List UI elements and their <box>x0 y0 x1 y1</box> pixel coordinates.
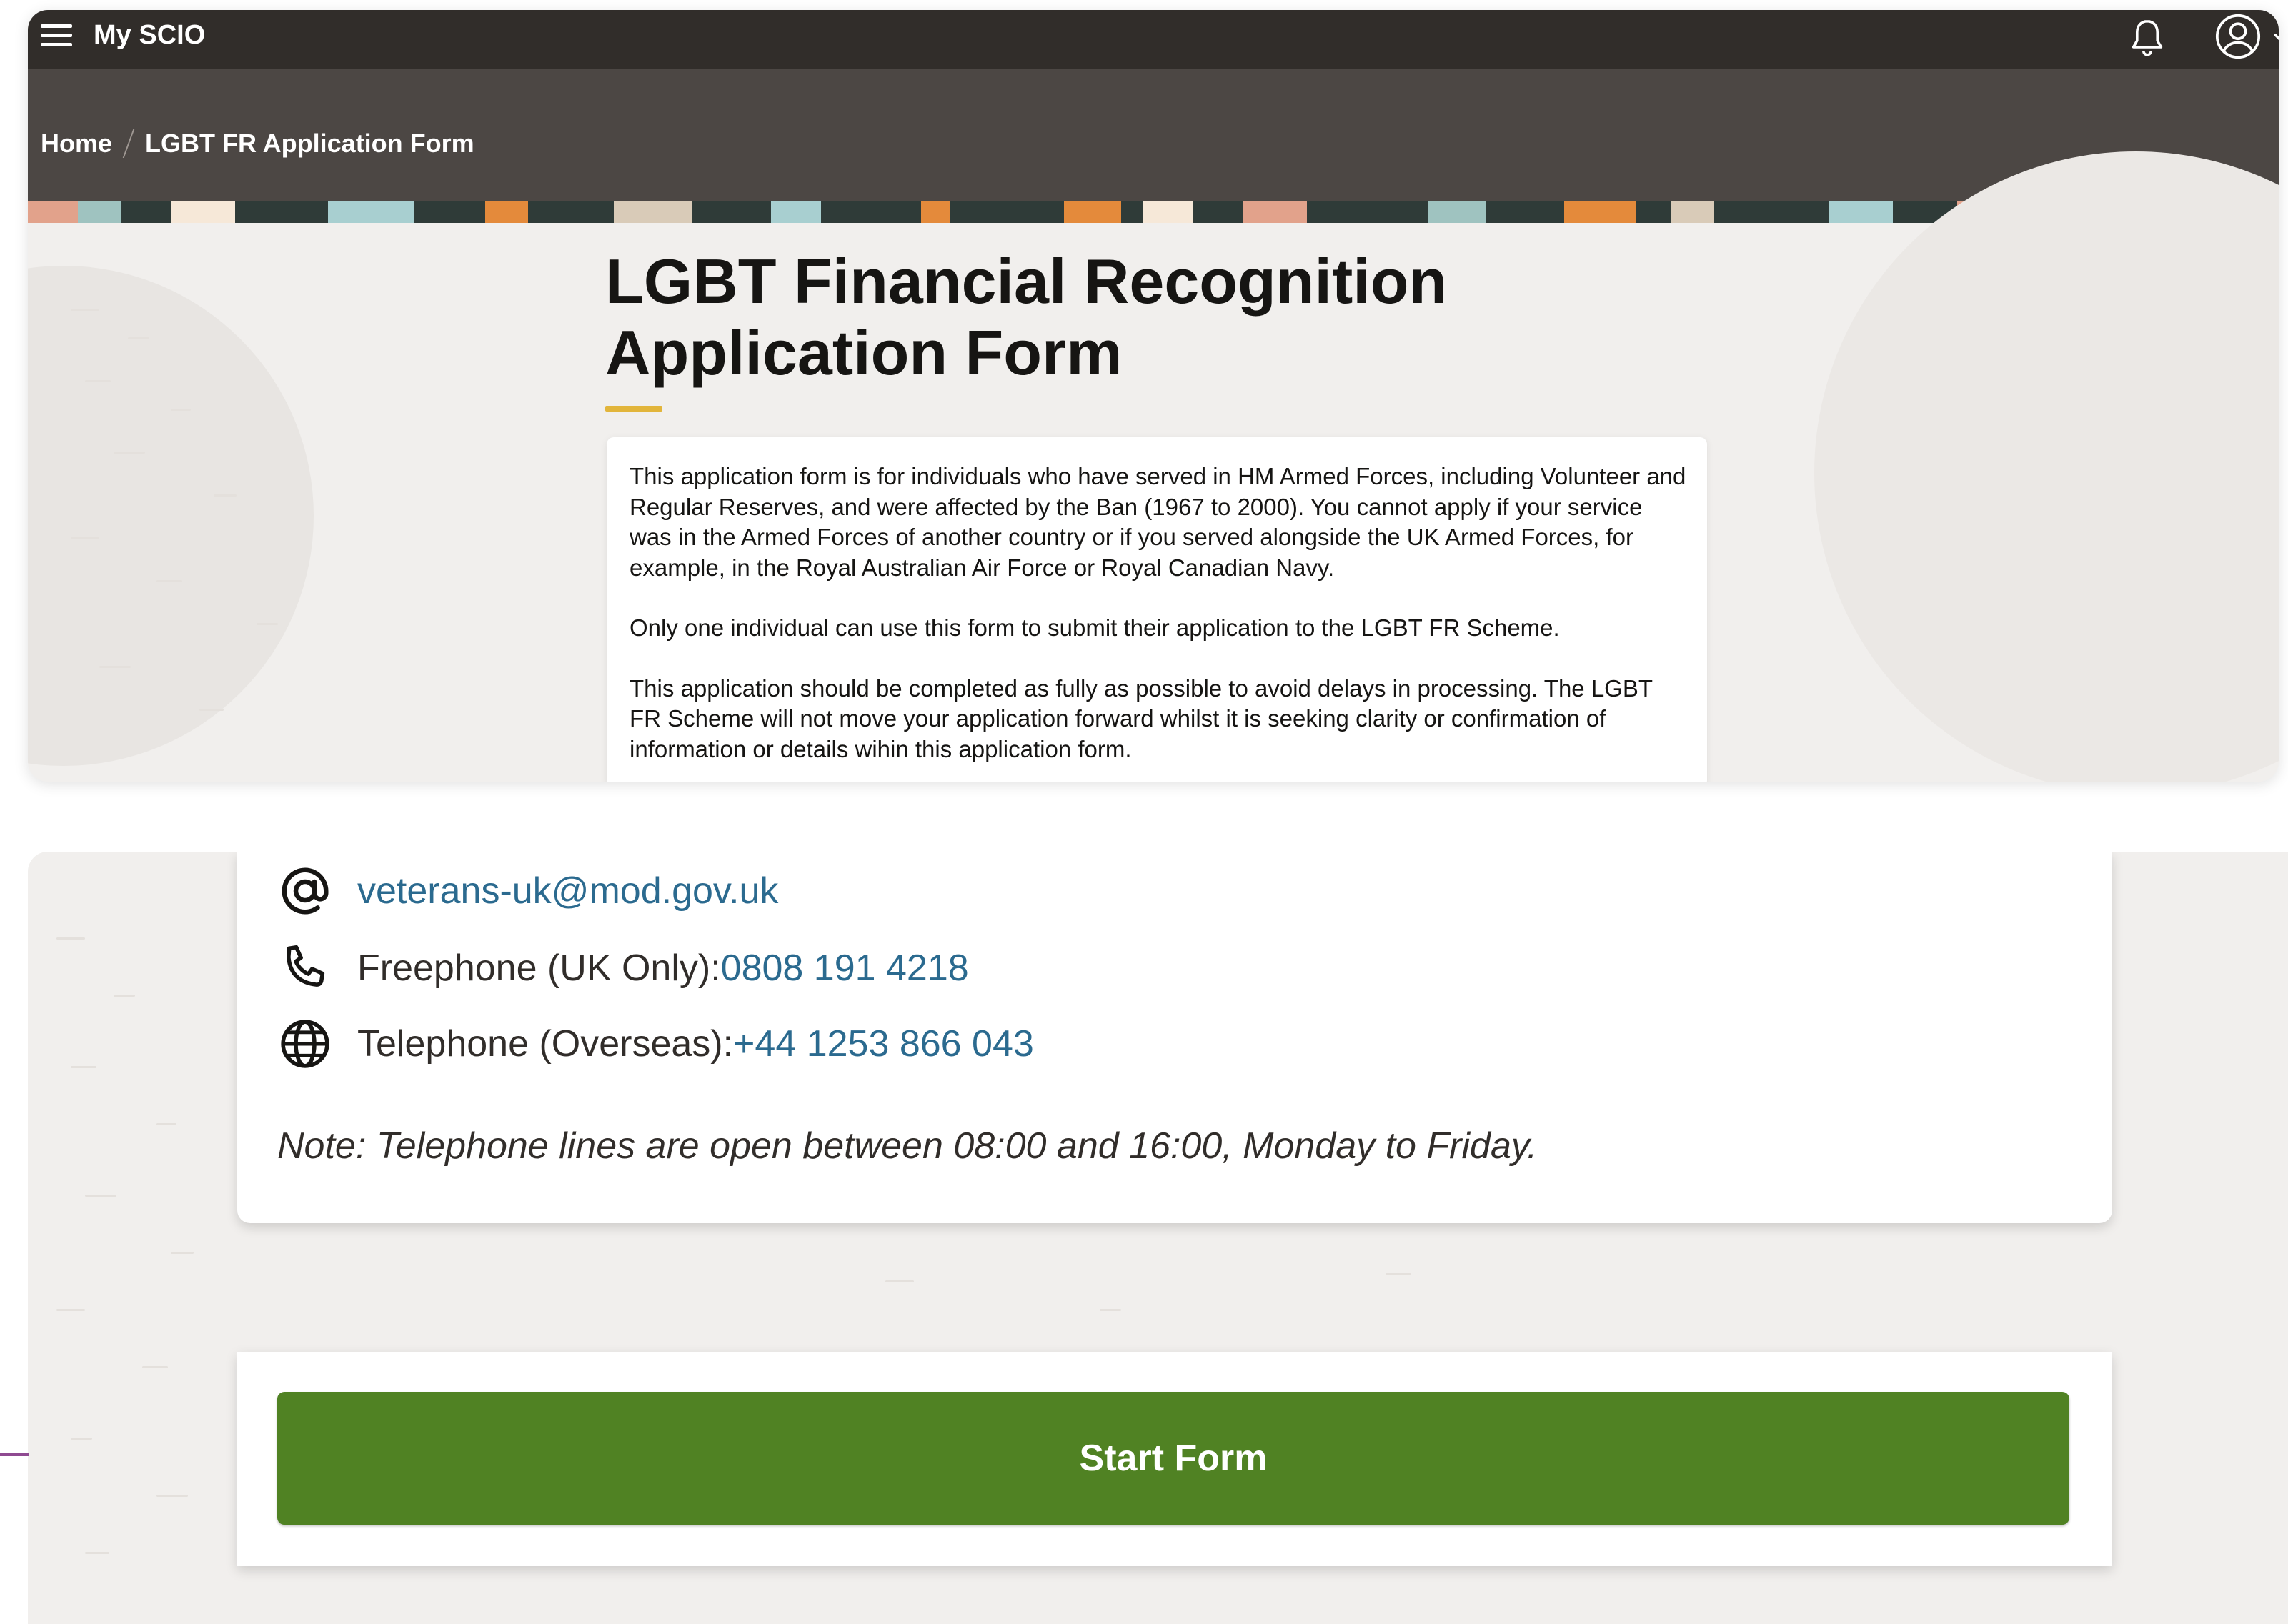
page-title: LGBT Financial Recognition Application F… <box>605 246 1606 389</box>
freephone-label: Freephone (UK Only): <box>357 947 721 989</box>
email-link[interactable]: veterans-uk@mod.gov.uk <box>357 870 778 912</box>
side-accent-line <box>0 1453 29 1456</box>
breadcrumb-bar: Home LGBT FR Application Form <box>28 69 2279 211</box>
app-title[interactable]: My SCIO <box>94 20 205 51</box>
hamburger-menu-icon[interactable] <box>41 24 72 49</box>
overseas-label: Telephone (Overseas): <box>357 1023 734 1065</box>
user-avatar-icon[interactable] <box>2213 11 2263 61</box>
app-panel-bottom: veterans-uk@mod.gov.uk Freephone (UK Onl… <box>28 852 2288 1624</box>
app-panel-top: My SCIO Home LGBT FR Application Form LG… <box>28 10 2279 782</box>
contact-freephone-row: Freephone (UK Only): 0808 191 4218 <box>277 940 969 996</box>
intro-card: This application form is for individuals… <box>607 437 1707 782</box>
contact-overseas-row: Telephone (Overseas): +44 1253 866 043 <box>277 1016 1034 1072</box>
start-form-button[interactable]: Start Form <box>277 1392 2069 1525</box>
freephone-number-link[interactable]: 0808 191 4218 <box>721 947 969 990</box>
intro-paragraph: This application should be completed as … <box>630 674 1653 762</box>
telephone-hours-note: Note: Telephone lines are open between 0… <box>277 1125 1538 1167</box>
breadcrumb: Home LGBT FR Application Form <box>41 129 474 159</box>
chevron-down-icon[interactable] <box>2270 26 2279 50</box>
page-title-line-1: LGBT Financial Recognition <box>605 246 1448 317</box>
bell-icon[interactable] <box>2125 16 2169 60</box>
phone-icon <box>287 945 325 987</box>
start-form-card: Start Form <box>237 1352 2112 1566</box>
breadcrumb-separator <box>122 129 135 158</box>
breadcrumb-current: LGBT FR Application Form <box>145 129 474 158</box>
overseas-number-link[interactable]: +44 1253 866 043 <box>733 1022 1034 1065</box>
contact-email-row: veterans-uk@mod.gov.uk <box>277 863 778 919</box>
title-accent-bar <box>605 406 662 412</box>
intro-paragraph: Only one individual can use this form to… <box>630 614 1560 641</box>
intro-paragraph: This application form is for individuals… <box>630 463 1686 581</box>
globe-icon <box>281 1020 329 1068</box>
contact-card: veterans-uk@mod.gov.uk Freephone (UK Onl… <box>237 852 2112 1223</box>
top-navigation-bar: My SCIO <box>28 10 2279 69</box>
at-sign-icon <box>282 867 329 915</box>
intro-text: This application form is for individuals… <box>630 462 1687 782</box>
breadcrumb-home-link[interactable]: Home <box>41 129 112 159</box>
page-title-line-2: Application Form <box>605 317 1123 388</box>
